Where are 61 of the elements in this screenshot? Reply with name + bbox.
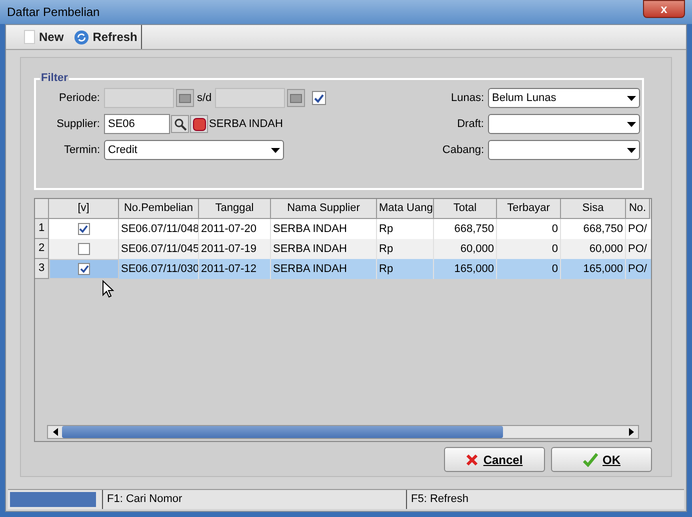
- toolbar-refresh-button[interactable]: Refresh: [74, 28, 138, 46]
- refresh-icon: [74, 30, 89, 44]
- dropdown[interactable]: [488, 140, 640, 160]
- caret-icon: [627, 122, 636, 126]
- table-cell-text: PO/: [627, 222, 648, 237]
- search-icon: [174, 118, 186, 130]
- calendar-button[interactable]: [286, 89, 305, 107]
- row-number: 2: [35, 239, 49, 259]
- separator-text: s/d: [196, 90, 213, 106]
- supplier-name: SERBA INDAH: [209, 116, 283, 132]
- field-label: Lunas:: [450, 90, 485, 106]
- checkbox[interactable]: [78, 223, 90, 235]
- window-title: Daftar Pembelian: [7, 4, 100, 21]
- table-cell: 165,000: [561, 259, 626, 279]
- status-text: F1: Cari Nomor: [102, 490, 400, 509]
- document-icon: [24, 30, 35, 44]
- scrollbar-thumb[interactable]: [62, 426, 503, 438]
- table-cell-text: PO/: [627, 242, 648, 257]
- checkbox[interactable]: [78, 263, 90, 275]
- search-button[interactable]: [171, 115, 189, 133]
- table-cell: 165,000: [434, 259, 497, 279]
- table-cell: SERBA INDAH: [271, 259, 377, 279]
- field-label: Supplier:: [56, 116, 101, 132]
- field-label: Draft:: [456, 116, 485, 132]
- row-number: 1: [35, 219, 49, 239]
- date-field[interactable]: [104, 88, 174, 108]
- checkbox[interactable]: [78, 243, 90, 255]
- caret-icon: [271, 148, 280, 152]
- left-arrow-icon: [52, 428, 58, 436]
- clear-button[interactable]: [190, 115, 208, 133]
- cancel-button[interactable]: Cancel: [444, 447, 545, 472]
- dropdown[interactable]: [488, 114, 640, 134]
- toolbar-new-button[interactable]: New: [24, 28, 64, 46]
- checkmark-icon: [582, 452, 598, 466]
- checkbox[interactable]: [312, 91, 326, 105]
- date-field[interactable]: [214, 88, 285, 108]
- field-label: Termin:: [62, 142, 101, 158]
- status-text: F5: Refresh: [406, 490, 684, 509]
- close-button[interactable]: x: [643, 0, 685, 18]
- cross-icon: [466, 454, 478, 466]
- clear-icon: [192, 118, 206, 130]
- group-title: Filter: [40, 72, 69, 84]
- table-cell: 0: [497, 259, 561, 279]
- horizontal-scrollbar[interactable]: [47, 425, 639, 439]
- table-cell-text: PO/: [627, 262, 648, 277]
- table-cell: 2011-07-12: [199, 259, 271, 279]
- caret-icon: [627, 96, 636, 100]
- field-label: Cabang:: [441, 142, 485, 158]
- mouse-pointer-icon: [102, 280, 114, 298]
- calendar-button[interactable]: [176, 89, 194, 107]
- calendar-icon: [179, 94, 191, 102]
- calendar-icon: [290, 94, 302, 102]
- ok-button[interactable]: OK: [551, 447, 652, 472]
- dropdown[interactable]: Belum Lunas: [488, 88, 640, 108]
- right-arrow-icon: [628, 428, 634, 436]
- supplier-field[interactable]: SE06: [104, 114, 170, 134]
- dropdown[interactable]: Credit: [104, 140, 284, 160]
- field-label: Periode:: [58, 90, 101, 106]
- caret-icon: [627, 148, 636, 152]
- table-cell: Rp: [377, 259, 434, 279]
- row-number: 3: [35, 259, 49, 279]
